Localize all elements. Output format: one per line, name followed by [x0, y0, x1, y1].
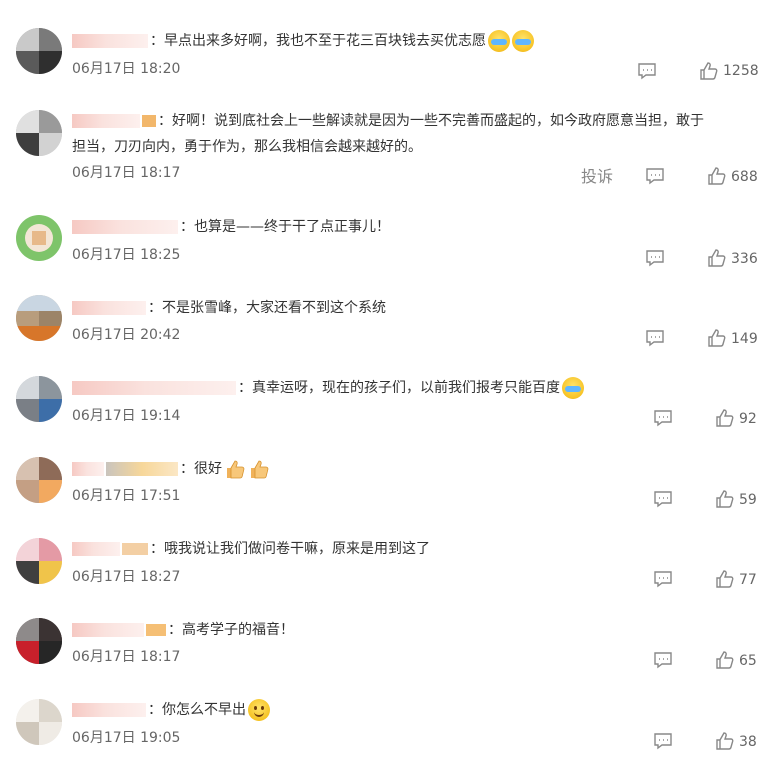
- comment-text: ：哦我说让我们做问卷干嘛，原来是用到这了: [150, 541, 430, 557]
- username[interactable]: [72, 462, 104, 476]
- user-badge-icon: [142, 115, 156, 127]
- reply-icon[interactable]: [653, 731, 673, 751]
- username[interactable]: [72, 542, 120, 556]
- like-count: 688: [731, 169, 758, 185]
- comment-time: 06月17日 19:05: [72, 730, 181, 746]
- reply-icon[interactable]: [637, 61, 657, 81]
- username[interactable]: [72, 703, 146, 717]
- comment-time: 06月17日 18:25: [72, 247, 181, 263]
- comment-text: ：高考学子的福音！: [168, 622, 294, 638]
- username[interactable]: [72, 114, 140, 128]
- like-count: 77: [739, 572, 757, 588]
- avatar[interactable]: [16, 376, 62, 422]
- comment-time: 06月17日 18:20: [72, 61, 181, 77]
- username[interactable]: [72, 381, 236, 395]
- cry-laugh-emoji-icon: [562, 377, 584, 399]
- like-icon[interactable]: [699, 61, 719, 81]
- smile-emoji-icon: [248, 699, 270, 721]
- comment-time: 06月17日 20:42: [72, 327, 181, 343]
- comment-text: ：也算是——终于干了点正事儿！: [180, 219, 390, 235]
- username[interactable]: [72, 34, 148, 48]
- comment-text: ：你怎么不早出: [148, 702, 246, 718]
- username[interactable]: [72, 220, 178, 234]
- comment-text: ：早点出来多好啊，我也不至于花三百块钱去买优志愿: [150, 33, 486, 49]
- avatar[interactable]: [16, 215, 62, 261]
- comment-time: 06月17日 17:51: [72, 488, 181, 504]
- reply-icon[interactable]: [645, 248, 665, 268]
- thumbs-up-emoji-icon: [251, 460, 269, 479]
- like-count: 149: [731, 331, 758, 347]
- user-badge-icon: [122, 543, 148, 555]
- username[interactable]: [72, 301, 146, 315]
- comment-time: 06月17日 18:17: [72, 165, 181, 181]
- like-count: 65: [739, 653, 757, 669]
- avatar[interactable]: [16, 457, 62, 503]
- reply-icon[interactable]: [653, 408, 673, 428]
- username-blur-ext: [106, 462, 178, 476]
- reply-icon[interactable]: [645, 328, 665, 348]
- avatar[interactable]: [16, 699, 62, 745]
- report-button[interactable]: 投诉: [581, 168, 613, 186]
- like-count: 59: [739, 492, 757, 508]
- thumbs-up-emoji-icon: [227, 460, 245, 479]
- like-count: 38: [739, 734, 757, 750]
- reply-icon[interactable]: [653, 489, 673, 509]
- like-icon[interactable]: [707, 328, 727, 348]
- avatar[interactable]: [16, 295, 62, 341]
- reply-icon[interactable]: [653, 650, 673, 670]
- avatar[interactable]: [16, 110, 62, 156]
- like-icon[interactable]: [715, 731, 735, 751]
- avatar[interactable]: [16, 538, 62, 584]
- like-icon[interactable]: [707, 248, 727, 268]
- like-icon[interactable]: [715, 489, 735, 509]
- user-badge-icon: [146, 624, 166, 636]
- like-count: 1258: [723, 63, 759, 79]
- comment-time: 06月17日 18:17: [72, 649, 181, 665]
- username[interactable]: [72, 623, 144, 637]
- cry-laugh-emoji-icon: [512, 30, 534, 52]
- comment-time: 06月17日 18:27: [72, 569, 181, 585]
- like-icon[interactable]: [715, 650, 735, 670]
- comment-text-line1: ：好啊！说到底社会上一些解读就是因为一些不完善而盛起的，如今政府愿意当担，敢于: [158, 113, 704, 129]
- like-count: 92: [739, 411, 757, 427]
- comment-text: ：真幸运呀，现在的孩子们，以前我们报考只能百度: [238, 380, 560, 396]
- like-count: 336: [731, 251, 758, 267]
- comment-text-line2: 担当，刀刃向内，勇于作为，那么我相信会越来越好的。: [72, 139, 422, 155]
- like-icon[interactable]: [715, 569, 735, 589]
- comment-text: ：不是张雪峰，大家还看不到这个系统: [148, 300, 386, 316]
- comment-text: ：很好: [180, 461, 222, 477]
- avatar[interactable]: [16, 618, 62, 664]
- reply-icon[interactable]: [653, 569, 673, 589]
- reply-icon[interactable]: [645, 166, 665, 186]
- like-icon[interactable]: [707, 166, 727, 186]
- avatar[interactable]: [16, 28, 62, 74]
- cry-laugh-emoji-icon: [488, 30, 510, 52]
- like-icon[interactable]: [715, 408, 735, 428]
- comment-time: 06月17日 19:14: [72, 408, 181, 424]
